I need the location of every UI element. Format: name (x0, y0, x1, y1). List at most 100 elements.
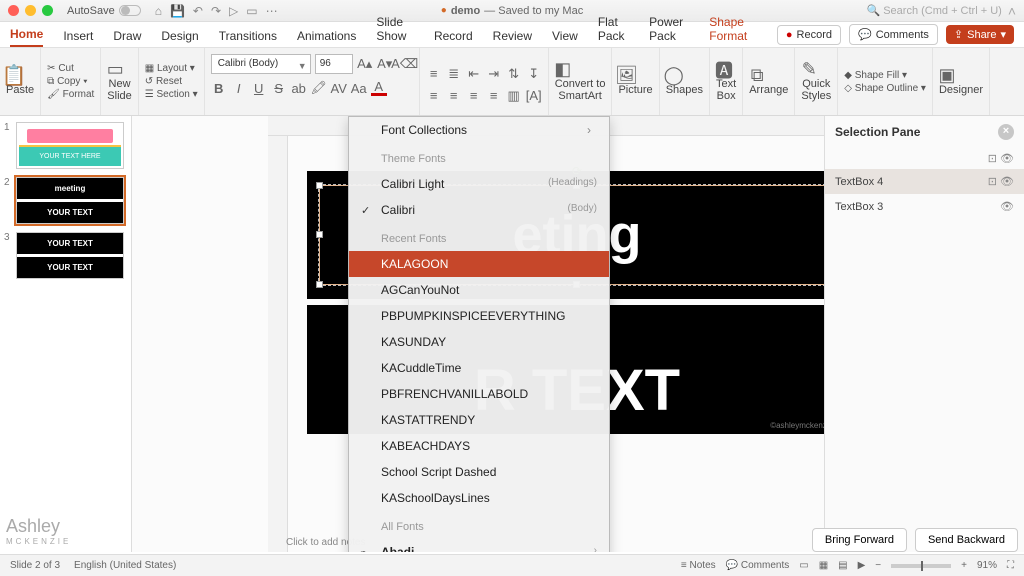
shapes-button[interactable]: Shapes (666, 84, 703, 96)
layout-button[interactable]: ▦ Layout ▾ (145, 62, 198, 75)
share-button[interactable]: ⇪Share▾ (946, 25, 1014, 44)
tab-flat-pack[interactable]: Flat Pack (598, 15, 629, 47)
paste-button[interactable]: Paste (6, 84, 34, 96)
recent-font-5[interactable]: PBFRENCHVANILLABOLD (349, 381, 609, 407)
recent-font-6[interactable]: KASTATTRENDY (349, 407, 609, 433)
align-right-icon[interactable]: ≡ (466, 88, 482, 104)
paste-icon[interactable]: 📋 (6, 68, 22, 84)
window-max[interactable] (42, 5, 53, 16)
designer-icon[interactable]: ▣ (939, 68, 955, 84)
view-sorter-icon[interactable]: ▦ (819, 560, 828, 571)
designer-button[interactable]: Designer (939, 84, 983, 96)
recent-font-3[interactable]: KASUNDAY (349, 329, 609, 355)
notes-toggle[interactable]: ≡ Notes (681, 560, 716, 571)
highlight-icon[interactable]: 🖍 (311, 80, 327, 96)
redo-icon[interactable]: ↷ (211, 4, 221, 18)
view-normal-icon[interactable]: ▭ (799, 560, 808, 571)
italic-icon[interactable]: I (231, 80, 247, 96)
align-center-icon[interactable]: ≡ (446, 88, 462, 104)
spacing-icon[interactable]: AV (331, 80, 347, 96)
theme-font-calibri[interactable]: ✓Calibri(Body) (349, 197, 609, 223)
all-font-0[interactable]: ☁Abadi› (349, 539, 609, 552)
textbox-button[interactable]: Text Box (716, 78, 736, 102)
new-slide-icon[interactable]: ▭ (107, 62, 123, 78)
window-min[interactable] (25, 5, 36, 16)
window-close[interactable] (8, 5, 19, 16)
search-field[interactable]: 🔍 Search (Cmd + Ctrl + U) (866, 4, 1001, 17)
recent-font-0[interactable]: KALAGOON (349, 251, 609, 277)
smartart-icon[interactable]: ◧ (555, 62, 571, 78)
indent-inc-icon[interactable]: ⇥ (486, 66, 502, 82)
theme-font-calibri-light[interactable]: Calibri Light(Headings) (349, 171, 609, 197)
case-icon[interactable]: Aa (351, 80, 367, 96)
convert-smartart-button[interactable]: Convert to SmartArt (555, 78, 606, 102)
font-collections-item[interactable]: Font Collections› (349, 117, 609, 143)
picture-button[interactable]: Picture (618, 84, 652, 96)
recent-font-4[interactable]: KACuddleTime (349, 355, 609, 381)
tab-view[interactable]: View (552, 29, 578, 47)
hide-all-icon[interactable]: ⊡ (988, 153, 997, 165)
send-backward-button[interactable]: Send Backward (915, 528, 1018, 552)
numbering-icon[interactable]: ≣ (446, 66, 462, 82)
recent-font-1[interactable]: AGCanYouNot (349, 277, 609, 303)
tab-slide-show[interactable]: Slide Show (376, 15, 414, 47)
align-left-icon[interactable]: ≡ (426, 88, 442, 104)
bold-icon[interactable]: B (211, 80, 227, 96)
tab-animations[interactable]: Animations (297, 29, 356, 47)
thumb-3[interactable]: 3 YOUR TEXT YOUR TEXT (4, 232, 127, 279)
show-all-icon[interactable]: 👁 (1000, 153, 1014, 165)
present-icon[interactable]: ▭ (246, 4, 257, 18)
font-dropdown-panel[interactable]: Font Collections›Theme FontsCalibri Ligh… (348, 116, 610, 552)
save-icon[interactable]: 💾 (170, 4, 185, 18)
language-status[interactable]: English (United States) (74, 560, 176, 571)
zoom-level[interactable]: 91% (977, 560, 997, 571)
slide-editor[interactable]: ⟳ eting R TEXT ©ashleymckenzie Font Coll… (132, 116, 824, 552)
recent-font-2[interactable]: PBPUMPKINSPICEEVERYTHING (349, 303, 609, 329)
font-color-icon[interactable]: A (371, 80, 387, 96)
shadow-icon[interactable]: ab (291, 80, 307, 96)
bring-forward-button[interactable]: Bring Forward (812, 528, 907, 552)
view-reading-icon[interactable]: ▤ (838, 560, 847, 571)
tab-home[interactable]: Home (10, 27, 43, 47)
zoom-out-icon[interactable]: − (875, 560, 881, 571)
tab-shape-format[interactable]: Shape Format (709, 15, 757, 47)
cut-button[interactable]: ✂ Cut (47, 62, 94, 75)
copy-button[interactable]: ⧉ Copy ▾ (47, 75, 94, 88)
overflow-icon[interactable]: ⋯ (266, 4, 278, 18)
tab-draw[interactable]: Draw (113, 29, 141, 47)
recent-font-8[interactable]: School Script Dashed (349, 459, 609, 485)
arrange-icon[interactable]: ⧉ (749, 68, 765, 84)
quick-styles-icon[interactable]: ✎ (801, 62, 817, 78)
columns-icon[interactable]: ▥ (506, 88, 522, 104)
clear-format-icon[interactable]: A⌫ (397, 56, 413, 72)
close-pane-icon[interactable]: × (998, 124, 1014, 140)
comments-toggle[interactable]: 💬 Comments (726, 560, 790, 571)
underline-icon[interactable]: U (251, 80, 267, 96)
font-selector[interactable]: Calibri (Body)▼ (211, 54, 311, 74)
new-slide-button[interactable]: New Slide (107, 78, 131, 102)
format-painter-button[interactable]: 🖌 Format (47, 88, 94, 101)
section-button[interactable]: ☰ Section ▾ (145, 88, 198, 101)
quick-styles-button[interactable]: Quick Styles (801, 78, 831, 102)
comments-button[interactable]: 💬Comments (849, 24, 938, 45)
arrange-button[interactable]: Arrange (749, 84, 788, 96)
shape-outline-button[interactable]: ◇ Shape Outline ▾ (844, 82, 926, 95)
thumb-1[interactable]: 1 YOUR TEXT HERE (4, 122, 127, 169)
indent-dec-icon[interactable]: ⇤ (466, 66, 482, 82)
autosave-toggle[interactable] (119, 5, 141, 16)
recent-font-9[interactable]: KASchoolDaysLines (349, 485, 609, 511)
view-slideshow-icon[interactable]: ▶ (858, 560, 866, 571)
undo-icon[interactable]: ↶ (193, 4, 203, 18)
record-button[interactable]: ●Record (777, 25, 841, 45)
text-dir-icon[interactable]: ↧ (526, 66, 542, 82)
tab-design[interactable]: Design (161, 29, 198, 47)
tab-transitions[interactable]: Transitions (219, 29, 277, 47)
tab-record[interactable]: Record (434, 29, 473, 47)
home-icon[interactable]: ⌂ (155, 4, 162, 18)
textbox-icon[interactable]: 🅰 (716, 62, 732, 78)
selection-item-1[interactable]: TextBox 4⊡ 👁 (825, 169, 1024, 194)
tab-review[interactable]: Review (493, 29, 532, 47)
justify-icon[interactable]: ≡ (486, 88, 502, 104)
thumb-2[interactable]: 2 meeting YOUR TEXT (4, 177, 127, 224)
picture-icon[interactable]: 🖼 (618, 68, 634, 84)
